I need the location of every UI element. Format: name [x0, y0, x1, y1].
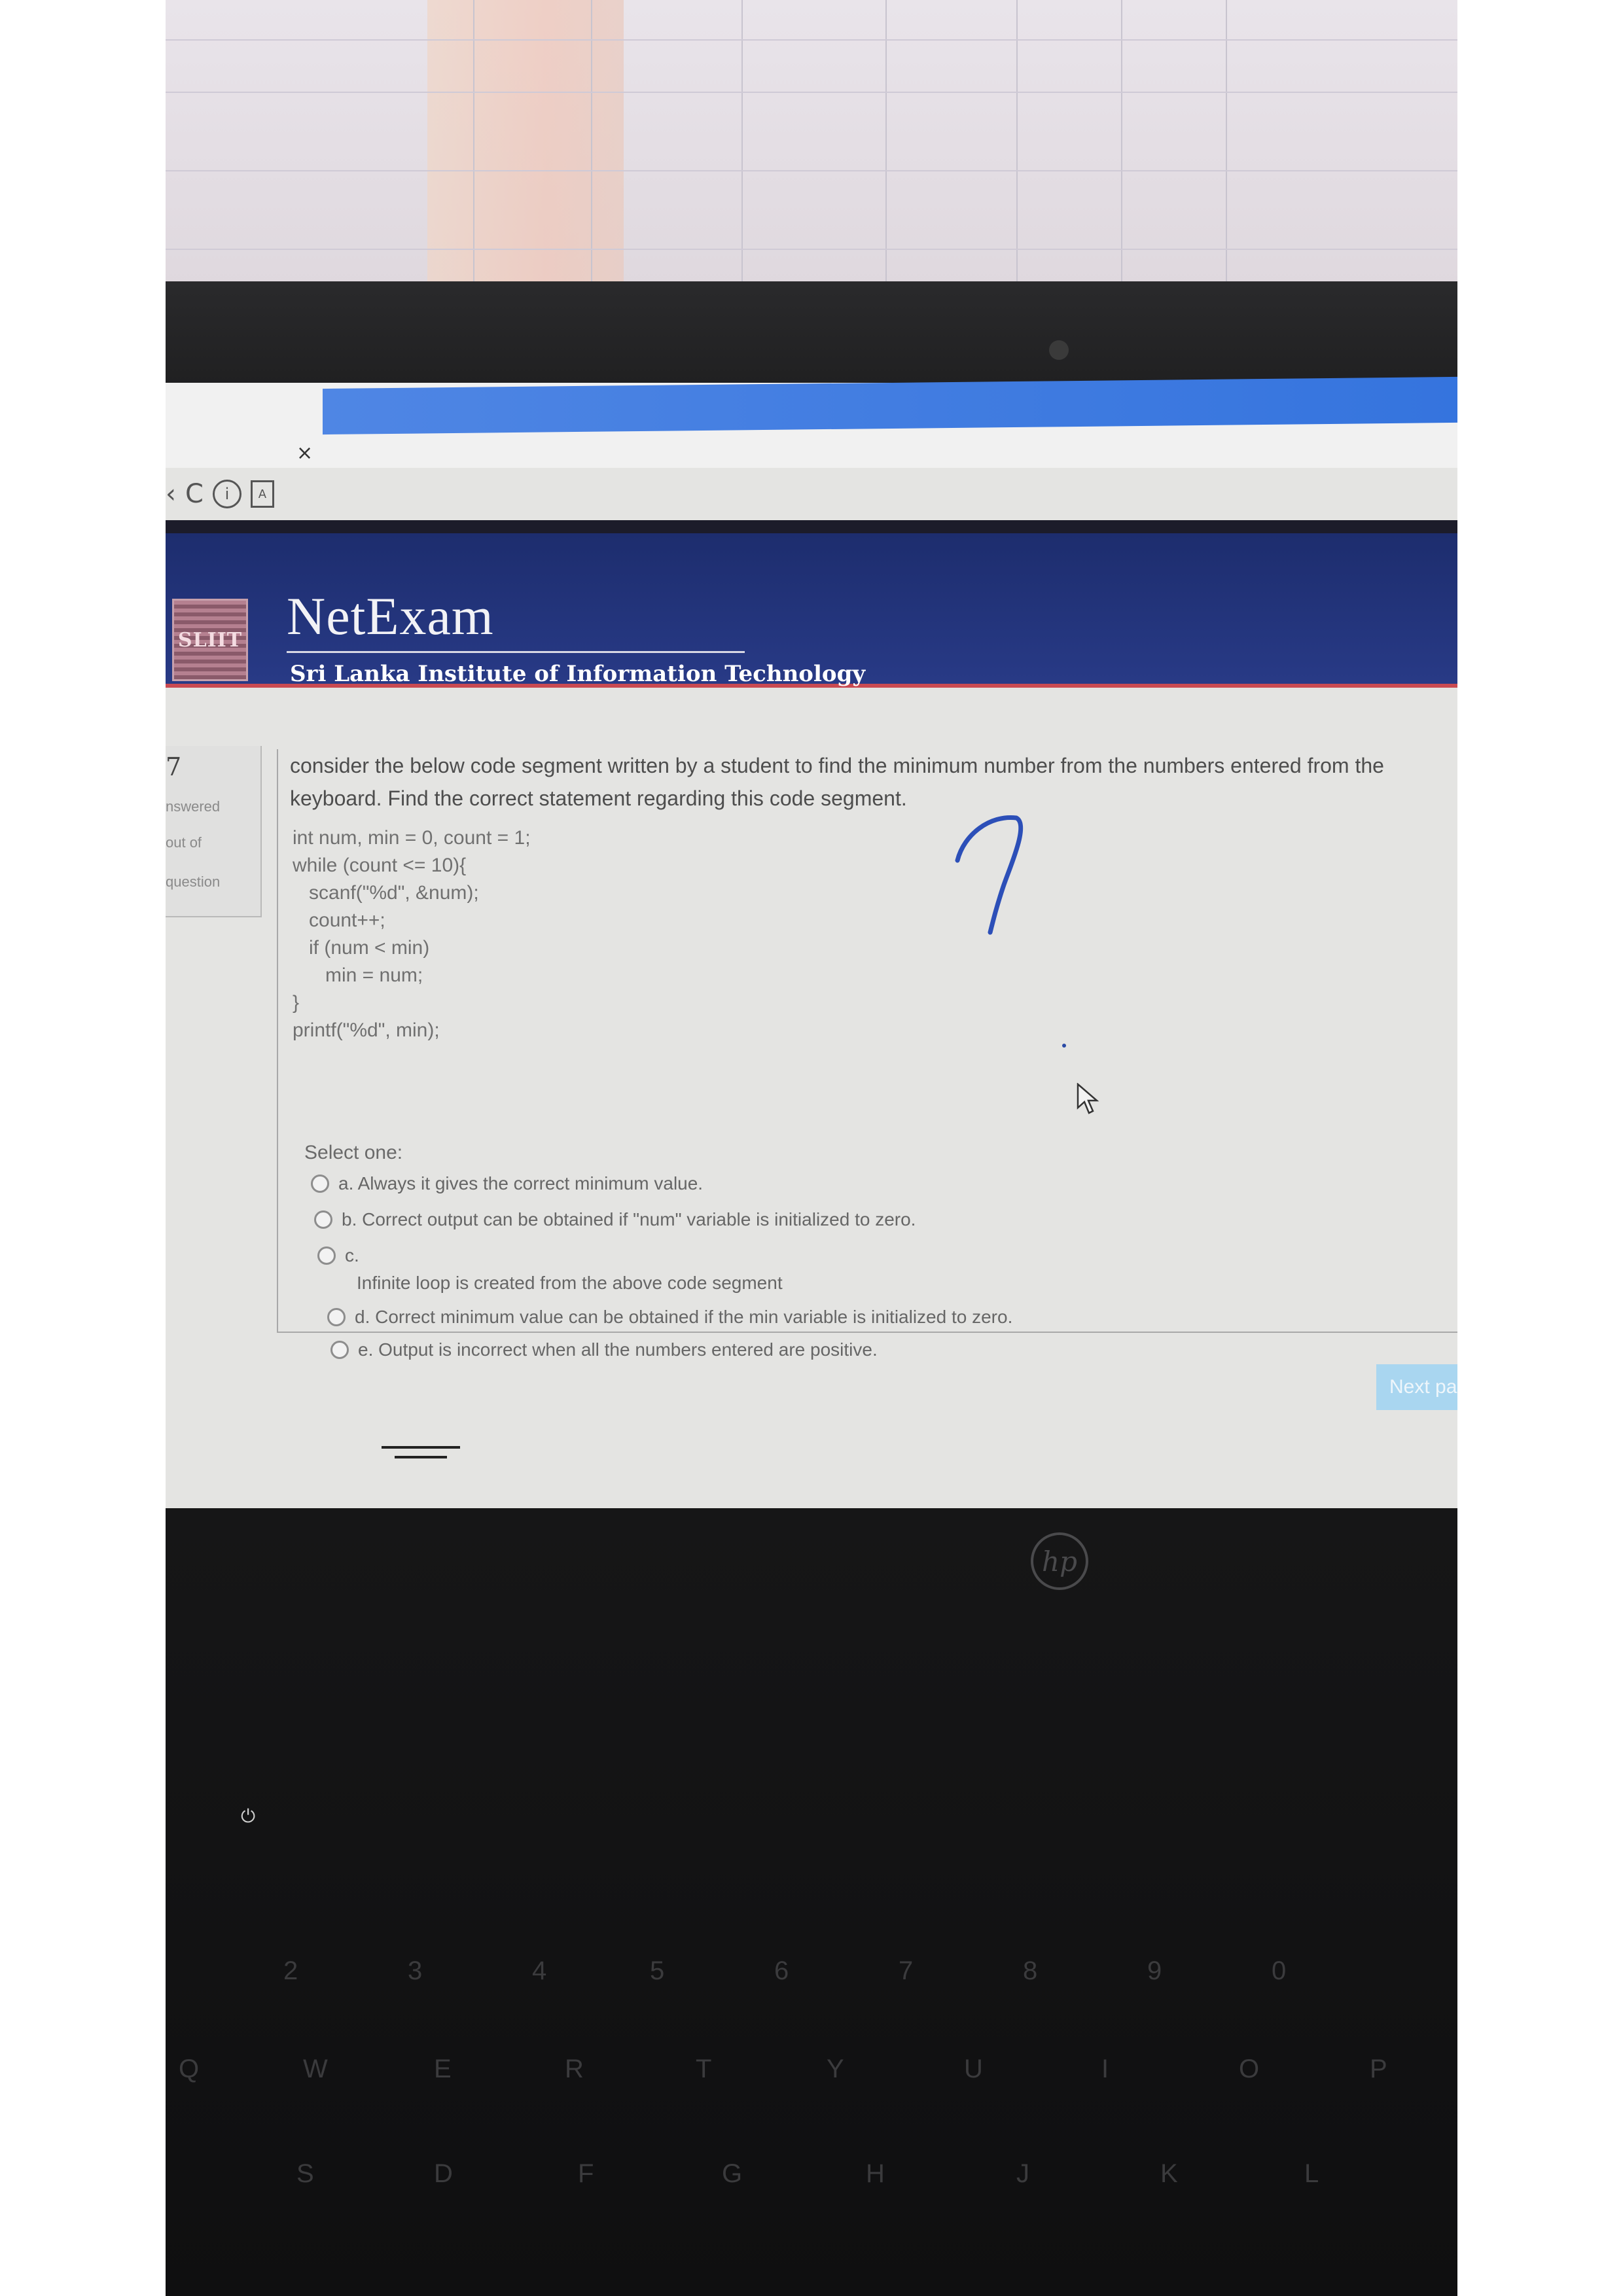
- key[interactable]: 6: [774, 1956, 789, 1986]
- option-a[interactable]: a. Always it gives the correct minimum v…: [311, 1173, 703, 1194]
- key[interactable]: E: [434, 2055, 452, 2084]
- key[interactable]: R: [565, 2055, 584, 2084]
- code-line: }: [293, 992, 300, 1014]
- power-indicator-icon: ⏻: [241, 1806, 256, 1826]
- next-page-button[interactable]: Next pa: [1376, 1364, 1457, 1410]
- tab-close-icon[interactable]: ×: [296, 442, 313, 465]
- notebook-row-line: [166, 170, 1457, 171]
- key[interactable]: Y: [827, 2055, 844, 2084]
- sliit-logo: SLIIT: [172, 599, 248, 681]
- key[interactable]: 3: [408, 1956, 422, 1986]
- key[interactable]: J: [1016, 2159, 1029, 2189]
- question-text: consider the below code segment written …: [290, 754, 1384, 810]
- code-line: printf("%d", min);: [293, 1019, 440, 1041]
- reload-icon[interactable]: C: [185, 474, 204, 514]
- key[interactable]: D: [434, 2159, 453, 2189]
- brand-subtitle: Sri Lanka Institute of Information Techn…: [290, 661, 866, 687]
- notebook-column-line: [591, 0, 592, 314]
- option-d-label: d. Correct minimum value can be obtained…: [355, 1307, 1013, 1327]
- option-a-label: a. Always it gives the correct minimum v…: [338, 1173, 704, 1193]
- question-number: 7: [166, 752, 182, 781]
- key[interactable]: 7: [899, 1956, 913, 1986]
- logo-text: SLIIT: [177, 628, 243, 652]
- notebook-column-line: [473, 0, 474, 314]
- flag-question[interactable]: question: [166, 874, 220, 891]
- code-line: min = num;: [293, 964, 423, 986]
- radio-d[interactable]: [327, 1308, 346, 1326]
- option-c-text[interactable]: Infinite loop is created from the above …: [357, 1273, 783, 1294]
- notebook-column-line: [885, 0, 887, 314]
- option-b-label: b. Correct output can be obtained if "nu…: [342, 1209, 916, 1229]
- key[interactable]: W: [303, 2055, 328, 2084]
- option-d[interactable]: d. Correct minimum value can be obtained…: [327, 1307, 1012, 1328]
- notebook-column-line: [1121, 0, 1122, 314]
- marks-out-of: out of: [166, 834, 202, 851]
- key[interactable]: 2: [283, 1956, 298, 1986]
- notebook-row-line: [166, 249, 1457, 250]
- key[interactable]: G: [722, 2159, 742, 2189]
- question-info-panel: 7 nswered out of question: [166, 746, 262, 917]
- option-b[interactable]: b. Correct output can be obtained if "nu…: [314, 1209, 916, 1230]
- option-e[interactable]: e. Output is incorrect when all the numb…: [330, 1339, 878, 1360]
- notebook-column-line: [1226, 0, 1227, 314]
- question-box: consider the below code segment written …: [277, 749, 1457, 1360]
- option-c[interactable]: c.: [317, 1245, 359, 1266]
- option-e-label: e. Output is incorrect when all the numb…: [358, 1339, 878, 1360]
- brand-divider: [287, 651, 745, 653]
- key[interactable]: 4: [532, 1956, 546, 1986]
- info-icon[interactable]: i: [212, 480, 241, 508]
- laptop-screen: × ‹ C i A SLIIT NetExam Sri Lanka Instit…: [166, 376, 1457, 1508]
- notebook-column-line: [741, 0, 743, 314]
- notebook-row-line: [166, 39, 1457, 41]
- key[interactable]: F: [578, 2159, 594, 2189]
- browser-nav-row: ‹ C i A: [166, 474, 1457, 514]
- key[interactable]: 0: [1272, 1956, 1286, 1986]
- key[interactable]: L: [1304, 2159, 1319, 2189]
- notebook-margin: [427, 0, 624, 321]
- webcam: [1049, 340, 1069, 360]
- code-line: if (num < min): [293, 937, 430, 959]
- notebook-row-line: [166, 92, 1457, 93]
- key[interactable]: 8: [1023, 1956, 1037, 1986]
- select-one-label: Select one:: [304, 1142, 403, 1163]
- code-segment: int num, min = 0, count = 1; while (count…: [293, 824, 531, 1044]
- laptop-keyboard: [166, 1508, 1457, 2296]
- site-header: SLIIT NetExam Sri Lanka Institute of Inf…: [166, 533, 1457, 688]
- screen-smudge: [382, 1446, 460, 1449]
- back-icon[interactable]: ‹: [166, 474, 176, 514]
- mouse-cursor-icon: [1077, 1083, 1099, 1114]
- option-c-label: c.: [345, 1245, 359, 1265]
- code-line: int num, min = 0, count = 1;: [293, 827, 531, 849]
- key[interactable]: I: [1101, 2055, 1109, 2084]
- key[interactable]: 9: [1147, 1956, 1162, 1986]
- notebook-column-line: [1016, 0, 1018, 314]
- key[interactable]: 5: [650, 1956, 664, 1986]
- key[interactable]: H: [866, 2159, 885, 2189]
- radio-a[interactable]: [311, 1174, 329, 1193]
- page-icon[interactable]: A: [250, 480, 274, 508]
- key[interactable]: S: [296, 2159, 314, 2189]
- handwritten-question-mark: [955, 815, 1024, 935]
- photo-frame: × ‹ C i A SLIIT NetExam Sri Lanka Instit…: [166, 0, 1457, 2296]
- key[interactable]: U: [964, 2055, 983, 2084]
- code-line: while (count <= 10){: [293, 855, 467, 876]
- brand-title: NetExam: [287, 586, 494, 646]
- screen-smudge: [395, 1456, 447, 1458]
- hp-logo: hp: [1031, 1532, 1088, 1590]
- radio-c[interactable]: [317, 1246, 336, 1265]
- key[interactable]: T: [696, 2055, 711, 2084]
- code-line: scanf("%d", &num);: [293, 882, 479, 904]
- key[interactable]: K: [1160, 2159, 1178, 2189]
- radio-b[interactable]: [314, 1210, 332, 1229]
- pen-dot: [1062, 1044, 1066, 1048]
- key[interactable]: O: [1239, 2055, 1259, 2084]
- answered-status: nswered: [166, 798, 221, 815]
- key[interactable]: P: [1370, 2055, 1387, 2084]
- radio-e[interactable]: [330, 1341, 349, 1359]
- option-c-body: Infinite loop is created from the above …: [357, 1273, 783, 1293]
- code-line: count++;: [293, 910, 385, 931]
- key[interactable]: Q: [179, 2055, 199, 2084]
